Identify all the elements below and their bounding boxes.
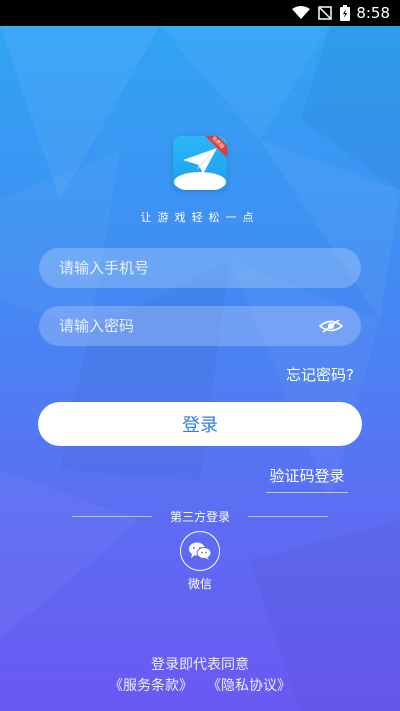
password-field[interactable]: [39, 306, 361, 346]
agreement-text: 登录即代表同意: [151, 657, 249, 673]
forgot-password-link[interactable]: 忘记密码?: [286, 364, 354, 385]
terms-of-service-link[interactable]: 《服务条款》: [109, 675, 193, 695]
sms-login-link[interactable]: 验证码登录: [266, 465, 348, 493]
third-party-title: 第三方登录: [169, 510, 230, 524]
wechat-login-button[interactable]: [180, 531, 220, 571]
password-input[interactable]: [57, 316, 319, 336]
eye-closed-icon[interactable]: [319, 317, 343, 335]
phone-input[interactable]: [57, 258, 343, 278]
wifi-icon: [292, 6, 311, 19]
privacy-policy-link[interactable]: 《隐私协议》: [207, 675, 291, 695]
slogan: 让游戏轻松一点: [140, 211, 260, 224]
battery-charging-icon: [340, 5, 351, 21]
status-time: 8:58: [356, 4, 390, 22]
divider-line-left: [71, 516, 152, 517]
login-button[interactable]: 登录: [38, 402, 362, 446]
third-party-divider: 第三方登录: [0, 508, 400, 525]
agreement-links: 《服务条款》 《隐私协议》: [0, 675, 400, 695]
no-signal-icon: [318, 6, 333, 20]
divider-line-right: [248, 516, 328, 517]
phone-field[interactable]: [39, 248, 361, 288]
wechat-label: 微信: [187, 577, 212, 591]
background-facets: [0, 26, 400, 640]
app-logo: 免费版: [173, 136, 227, 190]
wechat-icon: [189, 542, 212, 560]
status-bar: 8:58: [0, 0, 400, 26]
